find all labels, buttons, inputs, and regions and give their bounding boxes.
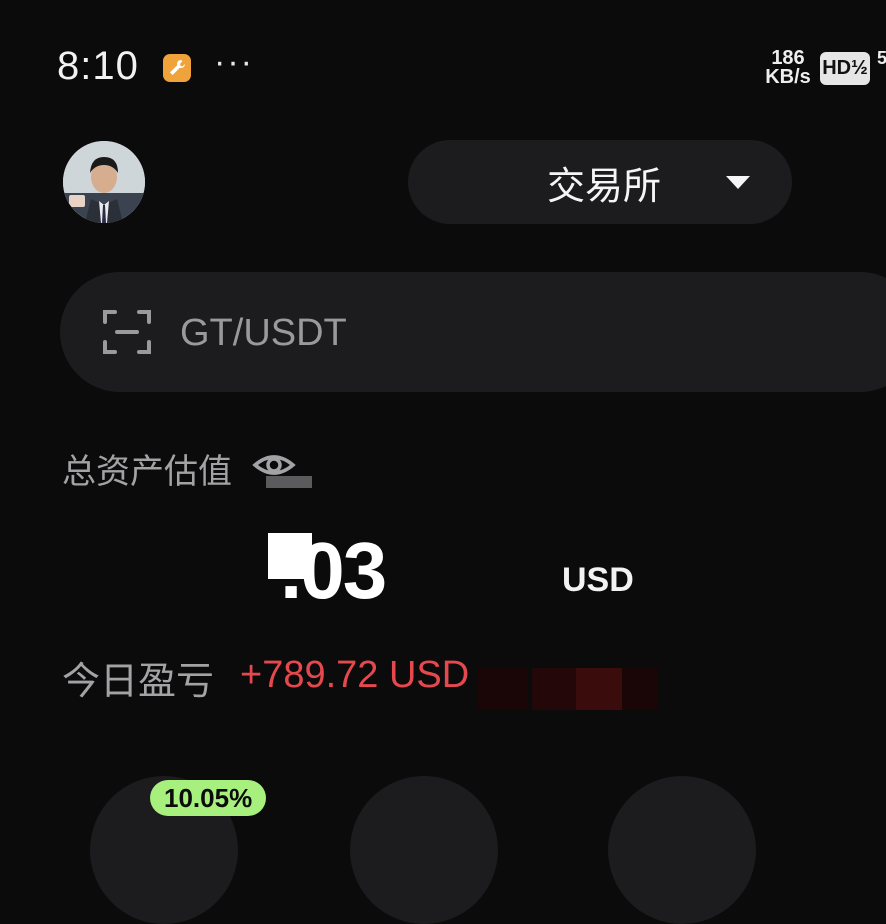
mode-label: 交易所	[546, 165, 661, 208]
mask-overlay	[478, 668, 528, 710]
mask-overlay	[266, 476, 312, 488]
shortcut-button[interactable]	[350, 776, 498, 924]
shortcut-button[interactable]	[608, 776, 756, 924]
total-balance: .03 USD	[230, 525, 650, 615]
mask-overlay	[268, 533, 312, 579]
hd-voice-icon: HD½	[820, 52, 870, 85]
exchange-mode-dropdown[interactable]: 交易所	[408, 140, 792, 224]
todays-pnl-value: +789.72 USD	[240, 654, 470, 696]
status-bar: 8:10 ··· 186 KB/s HD½ 5	[0, 0, 886, 120]
todays-pnl-label: 今日盈亏	[62, 661, 215, 703]
status-time: 8:10	[57, 44, 139, 88]
balance-unit: USD	[562, 561, 634, 599]
scan-icon[interactable]	[103, 308, 151, 356]
signal-5g-indicator: 5	[877, 48, 886, 68]
avatar[interactable]	[63, 141, 145, 223]
mask-overlay	[576, 668, 622, 710]
mask-overlay	[622, 668, 658, 710]
network-speed: 186 KB/s	[760, 48, 816, 88]
network-speed-unit: KB/s	[765, 66, 811, 88]
mask-overlay	[532, 668, 576, 710]
total-assets-label: 总资产估值	[62, 453, 232, 491]
more-dots-icon: ···	[214, 43, 254, 81]
percent-badge: 10.05%	[150, 780, 267, 816]
search-placeholder: GT/USDT	[180, 312, 347, 354]
caret-down-icon	[726, 176, 750, 189]
wrench-icon	[163, 54, 191, 82]
